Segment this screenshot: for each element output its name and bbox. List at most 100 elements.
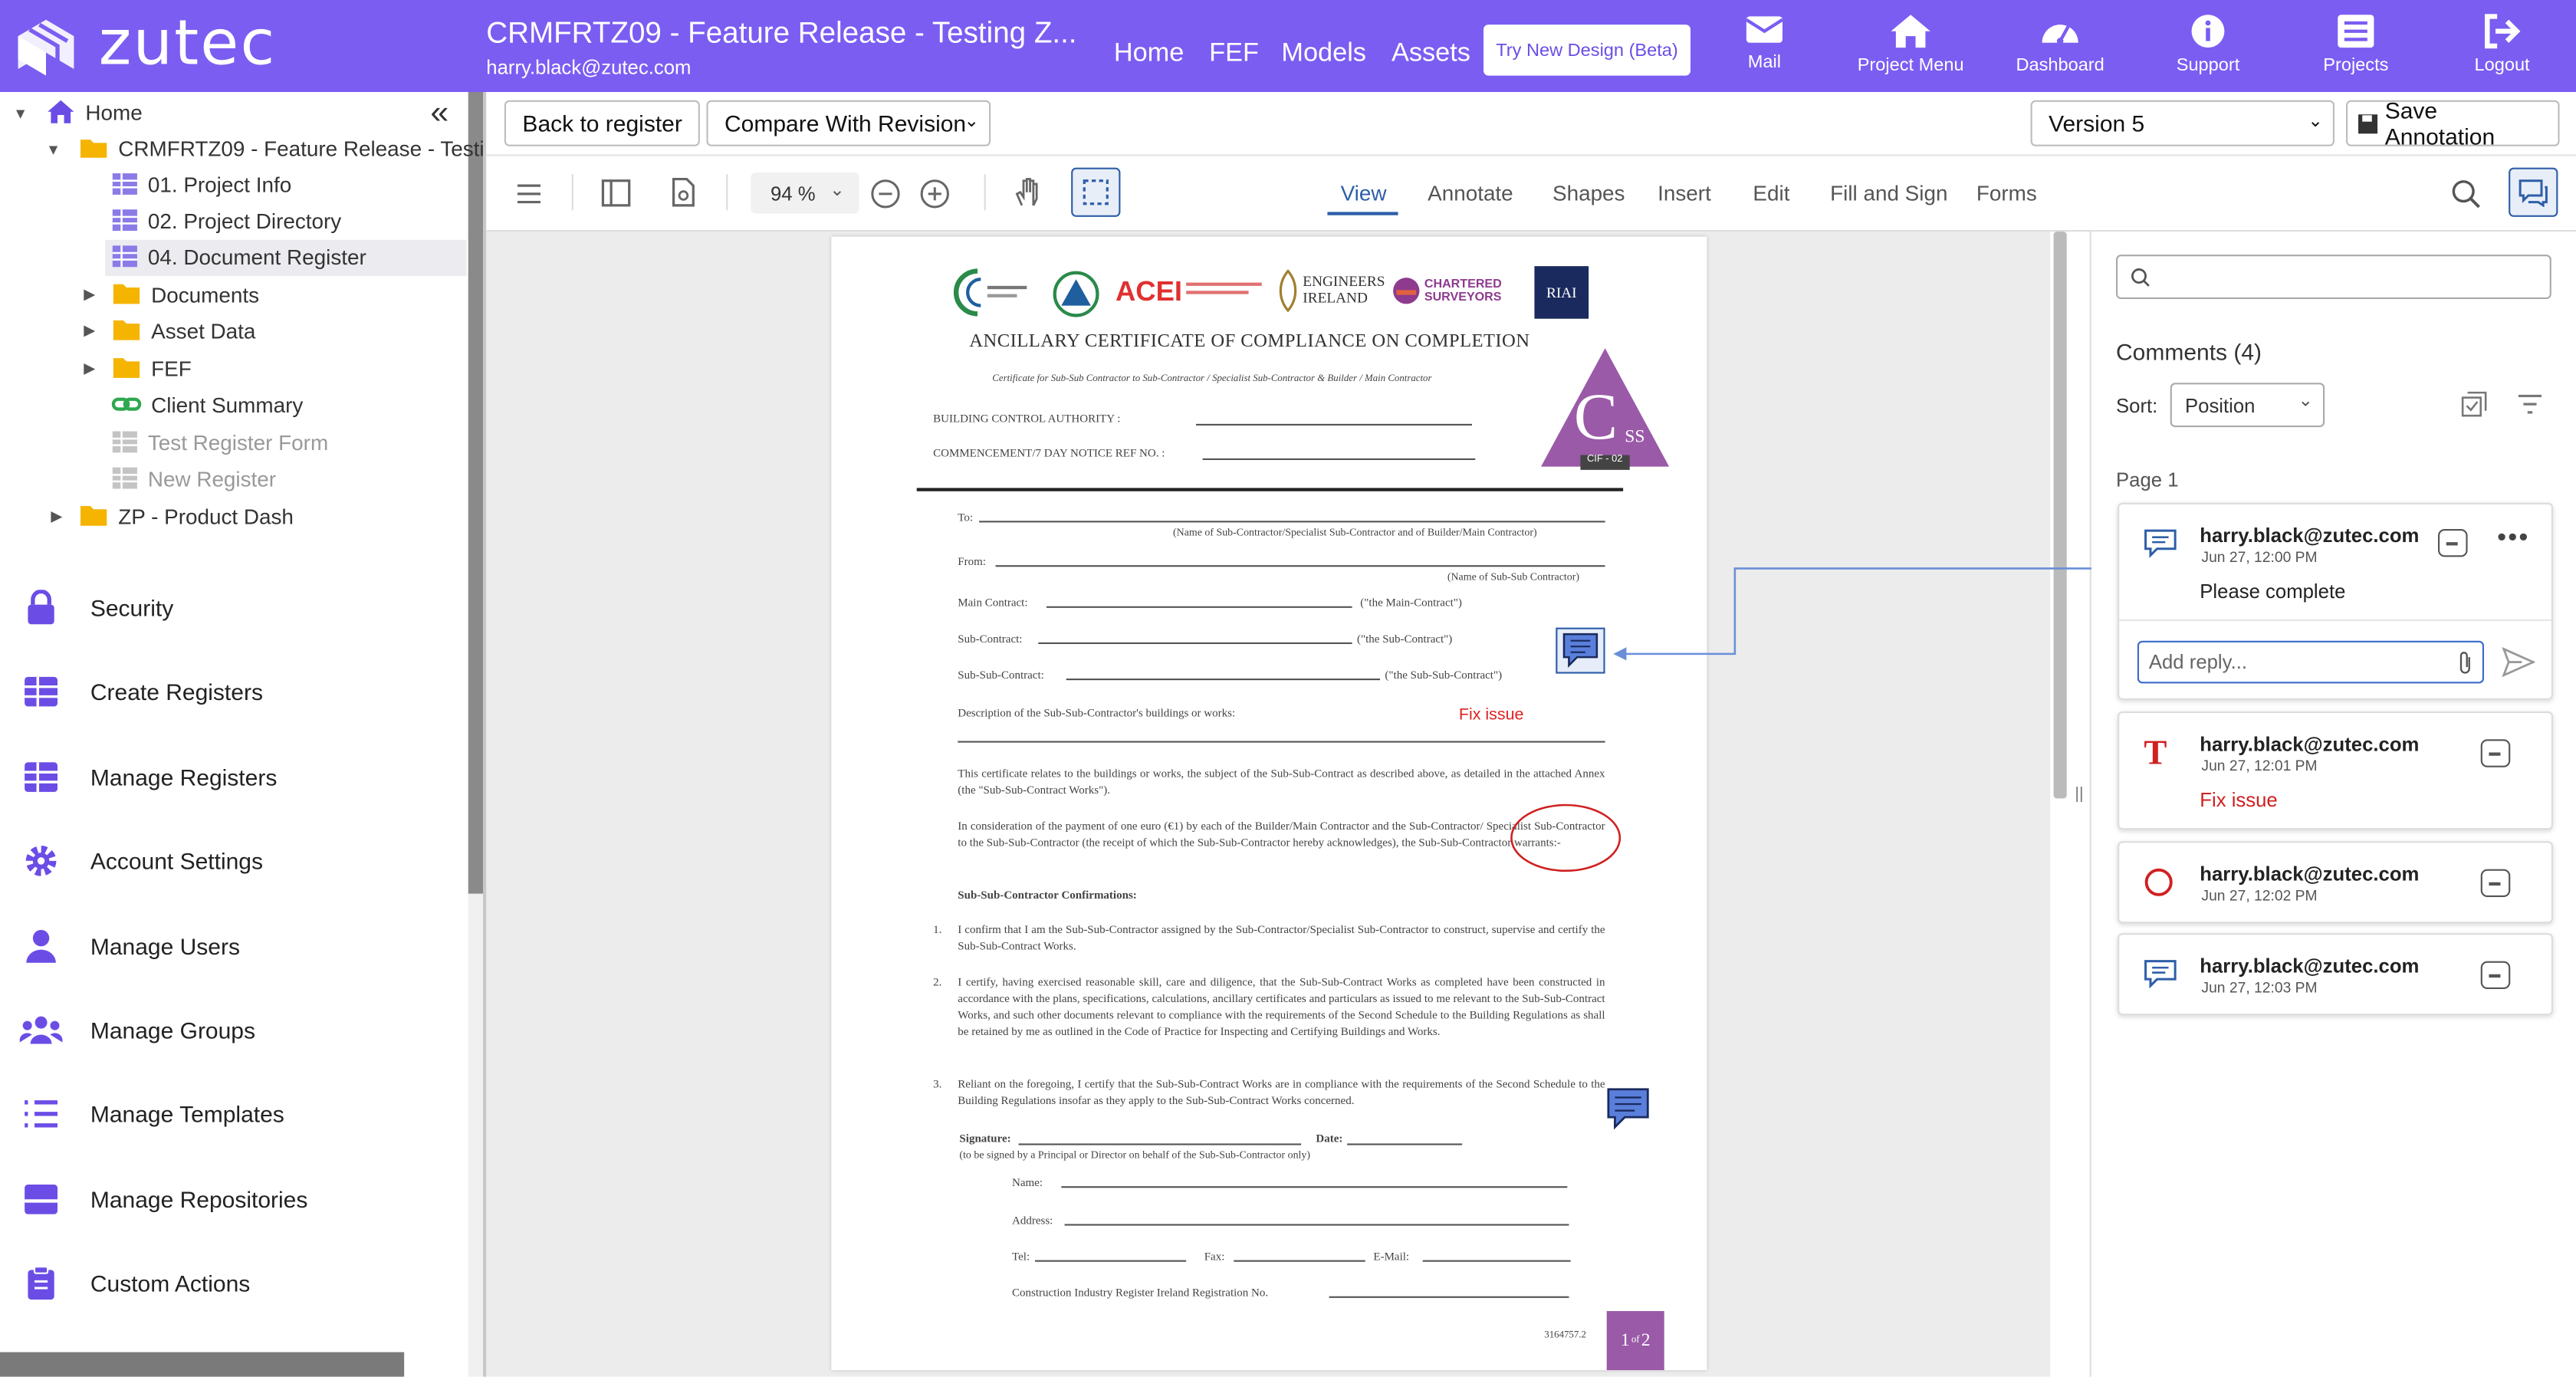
attachment-icon[interactable] — [2458, 651, 2474, 675]
project-menu-label: Project Menu — [1857, 55, 1964, 76]
tree-item[interactable]: 02. Project Directory — [112, 204, 341, 237]
comment-card-3[interactable]: harry.black@zutec.com Jun 27, 12:02 PM — [2118, 841, 2553, 924]
acei-tagline — [1186, 291, 1249, 294]
fix-issue-annotation[interactable]: Fix issue — [1459, 706, 1524, 725]
tab-forms[interactable]: Forms — [1976, 181, 2037, 205]
resolve-icon[interactable] — [2438, 529, 2468, 557]
sidebar-bottom-scrollbar[interactable] — [0, 1352, 405, 1377]
menu-item-manage-registers[interactable]: Manage Registers — [20, 752, 277, 801]
projects-button[interactable]: Projects — [2290, 13, 2421, 76]
back-to-register-button[interactable]: Back to register — [504, 100, 701, 146]
doc-confirmations-heading: Sub-Sub-Contractor Confirmations: — [958, 889, 1137, 902]
comments-title: Comments (4) — [2116, 338, 2262, 365]
menu-item-manage-users[interactable]: Manage Users — [20, 922, 240, 971]
comment-date: Jun 27, 12:01 PM — [2201, 757, 2318, 774]
page-indicator: 1 of 2 — [1606, 1311, 1664, 1371]
logout-button[interactable]: Logout — [2436, 13, 2568, 76]
menu-item-manage-repositories[interactable]: Manage Repositories — [20, 1175, 307, 1224]
tab-shapes[interactable]: Shapes — [1552, 181, 1625, 205]
compare-revision-select[interactable]: Compare With Revision ⌄ — [706, 100, 991, 146]
menu-item-account-settings[interactable]: Account Settings — [20, 836, 263, 886]
menu-item-custom-actions[interactable]: Custom Actions — [20, 1258, 250, 1307]
comment-card-2[interactable]: T harry.black@zutec.com Jun 27, 12:01 PM… — [2118, 711, 2553, 830]
send-icon[interactable] — [2502, 647, 2535, 677]
tree-item[interactable]: Test Register Form — [112, 426, 328, 458]
tab-edit[interactable]: Edit — [1753, 181, 1789, 205]
canvas-scrollbar[interactable] — [2053, 232, 2067, 799]
brand-name[interactable]: zutec — [99, 7, 277, 79]
caret-right-icon[interactable]: ▶ — [84, 322, 95, 340]
try-new-design-button[interactable]: Try New Design (Beta) — [1483, 25, 1691, 76]
caret-down-icon[interactable]: ▼ — [13, 105, 28, 121]
tree-item[interactable]: New Register — [112, 462, 276, 495]
menu-item-manage-groups[interactable]: Manage Groups — [19, 1005, 255, 1054]
tab-fill-and-sign[interactable]: Fill and Sign — [1830, 181, 1947, 205]
document-page[interactable]: ACEI ENGINEERS IRELAND CHARTERED SURVEYO… — [831, 236, 1707, 1371]
comment-card-1[interactable]: harry.black@zutec.com Jun 27, 12:00 PM P… — [2118, 502, 2553, 700]
project-menu-button[interactable]: Project Menu — [1845, 13, 1976, 76]
save-annotation-button[interactable]: Save Annotation — [2346, 97, 2560, 150]
zutec-logo-icon — [18, 19, 74, 76]
mail-icon — [1745, 16, 1784, 43]
page-current: 1 — [1620, 1330, 1630, 1351]
caret-down-icon[interactable]: ▼ — [46, 141, 61, 157]
panel-resize-handle[interactable]: || — [2075, 785, 2083, 804]
nav-home[interactable]: Home — [1114, 39, 1184, 69]
comment-note-icon[interactable] — [1607, 1088, 1650, 1131]
doc-signature-label: Signature: — [959, 1132, 1011, 1145]
support-button[interactable]: Support — [2142, 13, 2273, 76]
sort-select[interactable]: Position ⌄ — [2170, 383, 2325, 428]
nav-fef[interactable]: FEF — [1209, 39, 1259, 69]
multi-select-icon[interactable] — [2461, 391, 2487, 417]
comment-card-4[interactable]: harry.black@zutec.com Jun 27, 12:03 PM — [2118, 933, 2553, 1016]
comment-annotation-selected[interactable] — [1556, 627, 1605, 674]
tree-item[interactable]: Client Summary — [111, 388, 303, 421]
pan-hand-icon[interactable] — [1014, 176, 1043, 209]
tab-view[interactable]: View — [1341, 181, 1387, 205]
save-icon — [2358, 113, 2378, 133]
tree-project[interactable]: CRMFRTZ09 - Feature Release - Testi — [79, 131, 485, 164]
zoom-out-icon[interactable] — [871, 179, 901, 209]
select-tool-button[interactable] — [1071, 167, 1121, 217]
folder-icon — [112, 283, 142, 306]
caret-right-icon[interactable]: ▶ — [84, 360, 95, 378]
zoom-select[interactable]: 94 % ⌄ — [751, 173, 859, 214]
caret-right-icon[interactable]: ▶ — [51, 508, 62, 526]
tree-item[interactable]: 01. Project Info — [112, 168, 291, 201]
dashboard-button[interactable]: Dashboard — [1994, 13, 2125, 76]
tab-annotate[interactable]: Annotate — [1428, 181, 1513, 205]
nav-models[interactable]: Models — [1281, 39, 1366, 69]
menu-item-security[interactable]: Security — [20, 583, 174, 633]
tab-insert[interactable]: Insert — [1658, 181, 1711, 205]
resolve-icon[interactable] — [2480, 961, 2511, 989]
sidebar-scrollbar[interactable] — [468, 92, 483, 894]
menu-item-create-registers[interactable]: Create Registers — [20, 667, 263, 716]
tree-item[interactable]: FEF — [112, 352, 192, 385]
panel-toggle-icon[interactable] — [601, 179, 631, 207]
menu-item-label: Manage Users — [90, 933, 240, 960]
chevron-down-icon: ⌄ — [830, 180, 845, 201]
zoom-in-icon[interactable] — [920, 179, 950, 209]
collapse-sidebar-icon[interactable]: « — [430, 95, 449, 133]
tree-home[interactable]: Home — [46, 95, 143, 128]
menu-icon[interactable] — [516, 182, 542, 205]
nav-assets[interactable]: Assets — [1392, 39, 1470, 69]
page-settings-icon[interactable] — [670, 177, 696, 207]
mail-button[interactable]: Mail — [1699, 13, 1830, 72]
tree-item[interactable]: 04. Document Register — [112, 240, 366, 273]
version-select[interactable]: Version 5 ⌄ — [2030, 100, 2334, 146]
comments-search-input[interactable] — [2116, 255, 2551, 299]
tree-zp-product-dash[interactable]: ZP - Product Dash — [79, 499, 294, 532]
resolve-icon[interactable] — [2480, 869, 2511, 897]
caret-right-icon[interactable]: ▶ — [84, 286, 95, 304]
tree-item[interactable]: Asset Data — [112, 314, 255, 347]
resolve-icon[interactable] — [2480, 739, 2511, 767]
reply-input[interactable]: Add reply... — [2137, 640, 2484, 684]
comments-panel-toggle[interactable] — [2509, 167, 2558, 217]
menu-item-manage-templates[interactable]: Manage Templates — [20, 1089, 284, 1139]
more-options-icon[interactable]: ••• — [2497, 524, 2529, 554]
filter-icon[interactable] — [2517, 393, 2543, 416]
tree-item[interactable]: Documents — [112, 278, 259, 311]
search-icon[interactable] — [2451, 179, 2481, 209]
circle-annotation[interactable] — [1508, 802, 1623, 874]
